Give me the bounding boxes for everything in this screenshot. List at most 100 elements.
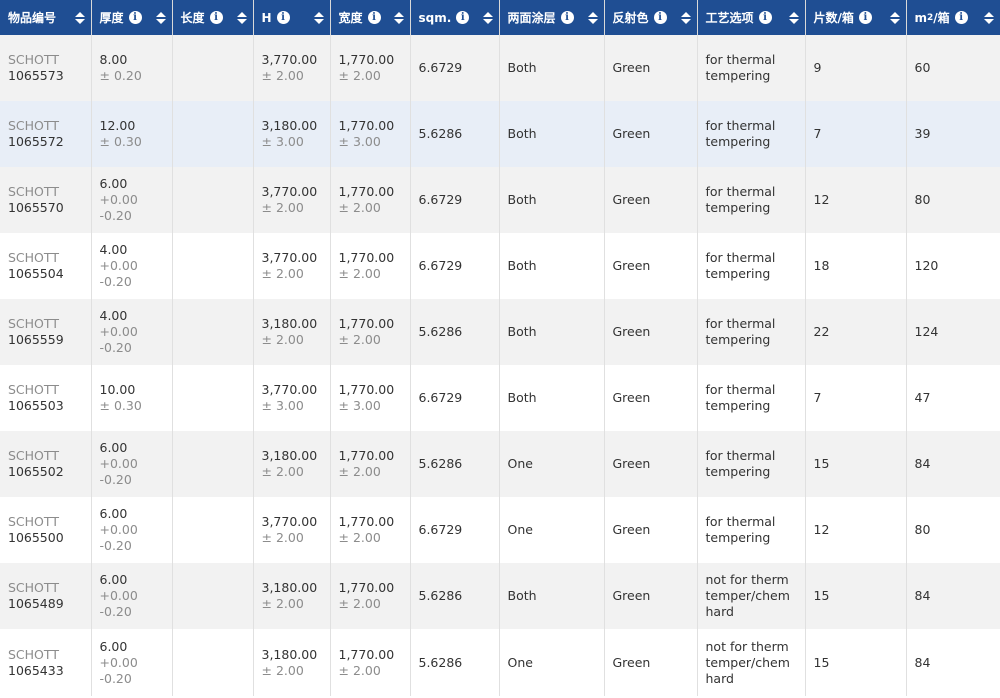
column-header-reflect-color[interactable]: 反射色 i <box>604 0 698 35</box>
width-value: 1,770.00 <box>338 646 395 662</box>
cell-coating: Both <box>499 35 605 101</box>
cell-length <box>172 299 254 365</box>
info-icon[interactable]: i <box>209 11 223 24</box>
sort-up-arrow <box>74 11 85 17</box>
item-id[interactable]: 1065489 <box>8 596 90 612</box>
item-id[interactable]: 1065572 <box>8 134 90 150</box>
cell-pcs-per-box: 7 <box>805 101 907 167</box>
column-header-label: 厚度 <box>99 11 124 25</box>
column-header-coating[interactable]: 两面涂层 i <box>499 0 605 35</box>
column-header-content: Hi <box>262 0 330 35</box>
column-header-item-no[interactable]: 物品编号 <box>0 0 92 35</box>
sort-icon[interactable] <box>680 11 691 24</box>
sort-icon[interactable] <box>482 11 493 24</box>
cell-thickness: 6.00 +0.00 -0.20 <box>91 497 173 563</box>
item-id[interactable]: 1065559 <box>8 332 90 348</box>
column-header-thickness[interactable]: 厚度 i <box>91 0 173 35</box>
cell-height: 3,180.00 ± 2.00 <box>253 299 331 365</box>
column-header-pcs-per-box[interactable]: 片数/箱 i <box>805 0 907 35</box>
cell-width: 1,770.00 ± 3.00 <box>330 365 411 431</box>
process-line: tempering <box>705 134 771 149</box>
thickness-value: 8.00 <box>99 52 128 67</box>
process-line: temper/chem <box>705 654 790 670</box>
thickness-tolerance: +0.00 <box>99 192 138 207</box>
info-icon[interactable]: i <box>456 11 470 24</box>
item-id[interactable]: 1065573 <box>8 68 90 84</box>
brand-label: SCHOTT <box>8 514 59 529</box>
item-id[interactable]: 1065503 <box>8 398 90 414</box>
cell-width: 1,770.00 ± 2.00 <box>330 497 411 563</box>
cell-width: 1,770.00 ± 2.00 <box>330 629 411 696</box>
cell-width: 1,770.00 ± 3.00 <box>330 101 411 167</box>
sort-icon[interactable] <box>889 11 900 24</box>
cell-thickness: 4.00 +0.00 -0.20 <box>91 299 173 365</box>
column-header-sqm[interactable]: sqm. i <box>410 0 500 35</box>
table-row[interactable]: SCHOTT 1065489 6.00 +0.00 -0.20 3,180.00 ± 2.0… <box>0 563 1000 629</box>
info-icon[interactable]: i <box>276 11 290 24</box>
thickness-value: 12.00 <box>99 118 136 133</box>
cell-sqm: 5.6286 <box>410 299 500 365</box>
sort-down-arrow <box>313 18 324 24</box>
info-icon[interactable]: i <box>758 11 772 24</box>
item-id[interactable]: 1065500 <box>8 530 90 546</box>
table-row[interactable]: SCHOTT 1065504 4.00 +0.00 -0.20 3,770.00 ± 2.0… <box>0 233 1000 299</box>
sort-icon[interactable] <box>313 11 324 24</box>
item-id[interactable]: 1065433 <box>8 663 90 679</box>
table-row[interactable]: SCHOTT 1065433 6.00 +0.00 -0.20 3,180.00 ± 2.0… <box>0 629 1000 696</box>
sort-icon[interactable] <box>788 11 799 24</box>
sort-icon[interactable] <box>236 11 247 24</box>
sort-icon[interactable] <box>587 11 598 24</box>
brand-label: SCHOTT <box>8 448 59 463</box>
cell-width: 1,770.00 ± 2.00 <box>330 563 411 629</box>
table-row[interactable]: SCHOTT 1065572 12.00 ± 0.30 3,180.00 ± 3.00 1,… <box>0 101 1000 167</box>
width-value: 1,770.00 <box>338 448 395 463</box>
item-id[interactable]: 1065502 <box>8 464 90 480</box>
sort-icon[interactable] <box>155 11 166 24</box>
table-row[interactable]: SCHOTT 1065573 8.00 ± 0.20 3,770.00 ± 2.00 1,7… <box>0 35 1000 101</box>
cell-m2-per-box: 120 <box>906 233 1000 299</box>
column-header-content: 工艺选项 i <box>706 0 805 35</box>
cell-process: not for therm temper/chem hard <box>697 563 806 629</box>
sort-icon[interactable] <box>393 11 404 24</box>
sort-icon[interactable] <box>74 11 85 24</box>
table-row[interactable]: SCHOTT 1065500 6.00 +0.00 -0.20 3,770.00 ± 2.0… <box>0 497 1000 563</box>
process-line: tempering <box>705 200 771 215</box>
table-row[interactable]: SCHOTT 1065503 10.00 ± 0.30 3,770.00 ± 3.00 1,… <box>0 365 1000 431</box>
info-icon[interactable]: i <box>858 11 872 24</box>
process-line: for thermal <box>705 448 776 463</box>
info-icon[interactable]: i <box>653 11 667 24</box>
brand-label: SCHOTT <box>8 646 59 662</box>
column-header-m2-per-box[interactable]: m 2/箱 i <box>906 0 1000 35</box>
table-row[interactable]: SCHOTT 1065570 6.00 +0.00 -0.20 3,770.00 ± 2.0… <box>0 167 1000 233</box>
info-icon[interactable]: i <box>367 11 381 24</box>
info-icon[interactable]: i <box>560 11 574 24</box>
brand-label: SCHOTT <box>8 382 59 397</box>
item-id[interactable]: 1065570 <box>8 200 90 216</box>
sort-down-arrow <box>983 18 994 24</box>
cell-sqm: 5.6286 <box>410 629 500 696</box>
column-header-process[interactable]: 工艺选项 i <box>697 0 806 35</box>
item-id[interactable]: 1065504 <box>8 266 90 282</box>
table-row[interactable]: SCHOTT 1065559 4.00 +0.00 -0.20 3,180.00 ± 2.0… <box>0 299 1000 365</box>
cell-width: 1,770.00 ± 2.00 <box>330 35 411 101</box>
cell-pcs-per-box: 7 <box>805 365 907 431</box>
thickness-tolerance: -0.20 <box>99 472 132 487</box>
thickness-tolerance: -0.20 <box>99 208 132 223</box>
column-header-width[interactable]: 宽度 i <box>330 0 411 35</box>
cell-width: 1,770.00 ± 2.00 <box>330 299 411 365</box>
cell-coating: One <box>499 497 605 563</box>
width-tolerance: ± 2.00 <box>338 464 381 479</box>
sort-down-arrow <box>482 18 493 24</box>
info-icon[interactable]: i <box>954 11 968 24</box>
width-tolerance: ± 2.00 <box>338 530 381 545</box>
info-icon[interactable]: i <box>128 11 142 24</box>
column-header-height[interactable]: Hi <box>253 0 331 35</box>
table-row[interactable]: SCHOTT 1065502 6.00 +0.00 -0.20 3,180.00 ± 2.0… <box>0 431 1000 497</box>
column-header-length[interactable]: 长度 i <box>172 0 254 35</box>
cell-height: 3,180.00 ± 3.00 <box>253 101 331 167</box>
process-line: for thermal <box>705 250 776 265</box>
thickness-value: 6.00 <box>99 440 128 455</box>
cell-item-no: SCHOTT 1065502 <box>0 431 92 497</box>
sort-icon[interactable] <box>983 11 994 24</box>
cell-reflect-color: Green <box>604 299 698 365</box>
